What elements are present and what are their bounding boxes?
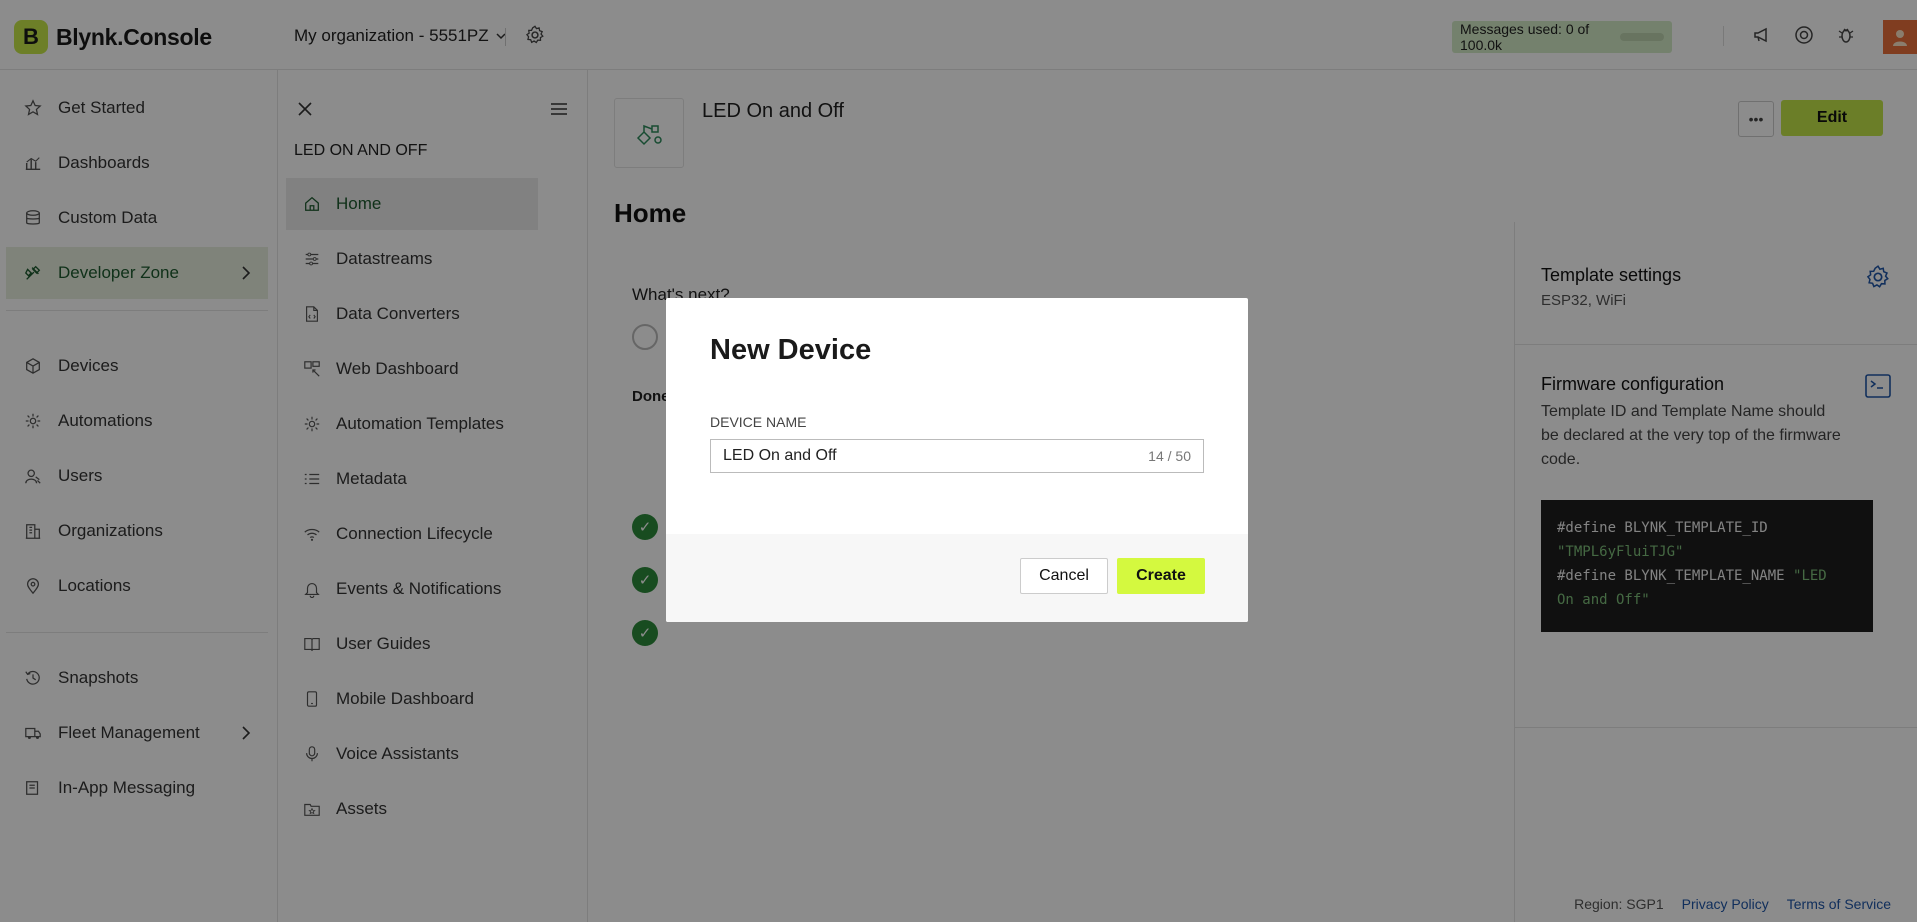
- device-name-input[interactable]: LED On and Off 14 / 50: [710, 439, 1204, 473]
- character-counter: 14 / 50: [1148, 448, 1191, 464]
- new-device-dialog: New Device DEVICE NAME LED On and Off 14…: [666, 298, 1248, 622]
- dialog-footer: Cancel Create: [666, 534, 1248, 622]
- device-name-value: LED On and Off: [723, 447, 837, 464]
- create-button[interactable]: Create: [1117, 558, 1205, 594]
- cancel-button[interactable]: Cancel: [1020, 558, 1108, 594]
- dialog-title: New Device: [710, 334, 872, 366]
- device-name-label: DEVICE NAME: [710, 414, 807, 430]
